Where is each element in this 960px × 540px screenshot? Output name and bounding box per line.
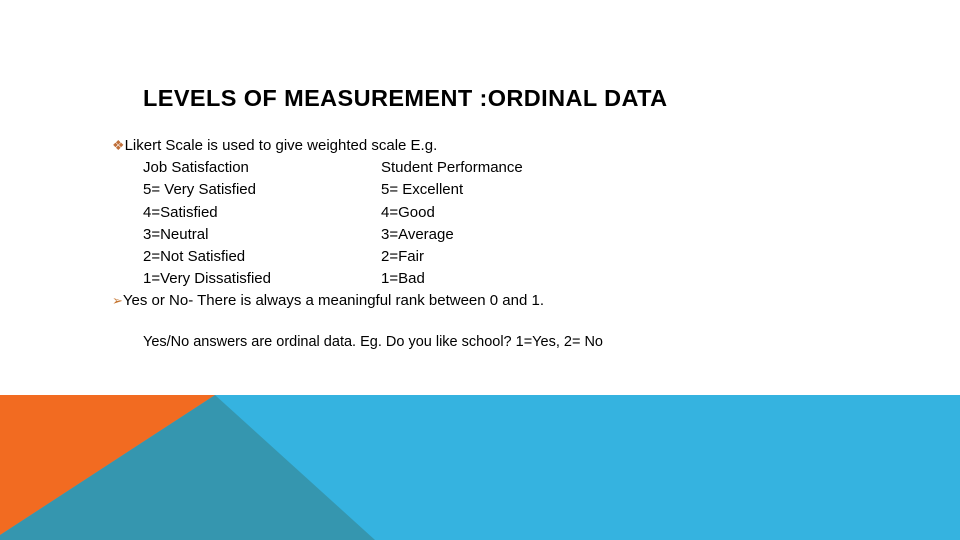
- cell-job-satisfaction: 3=Neutral: [143, 225, 209, 243]
- ordinal-scale-table: Job Satisfaction Student Performance 5= …: [112, 157, 872, 290]
- bullet-item-likert: ❖Likert Scale is used to give weighted s…: [112, 134, 872, 157]
- cell-student-performance: 1=Bad: [381, 270, 425, 288]
- decorative-footer-band: [0, 395, 960, 540]
- slide-canvas: LEVELS OF MEASUREMENT :ORDINAL DATA ❖Lik…: [0, 0, 960, 540]
- bullet-item-likert-label: Likert Scale is used to give weighted sc…: [124, 137, 438, 154]
- slide-body: ❖Likert Scale is used to give weighted s…: [112, 134, 872, 313]
- cell-student-performance: 5= Excellent: [381, 181, 464, 199]
- page-title: LEVELS OF MEASUREMENT :ORDINAL DATA: [143, 85, 668, 111]
- column-header-student-performance: Student Performance: [381, 159, 523, 177]
- cell-student-performance: 2=Fair: [381, 247, 424, 265]
- bullet-item-yesno-label: Yes or No- There is always a meaningful …: [122, 292, 544, 310]
- arrowhead-bullet-icon: ➢: [112, 293, 123, 309]
- cell-job-satisfaction: 4=Satisfied: [143, 203, 218, 221]
- cell-student-performance: 4=Good: [381, 203, 435, 221]
- table-row: 3=Neutral 3=Average: [112, 224, 872, 246]
- cell-job-satisfaction: 1=Very Dissatisfied: [143, 270, 271, 288]
- diamond-cluster-bullet-icon: ❖: [112, 137, 125, 153]
- cell-job-satisfaction: 2=Not Satisfied: [143, 247, 246, 265]
- cell-student-performance: 3=Average: [381, 225, 454, 243]
- column-header-job-satisfaction: Job Satisfaction: [143, 159, 249, 177]
- table-row: 5= Very Satisfied 5= Excellent: [112, 179, 872, 201]
- closing-note: Yes/No answers are ordinal data. Eg. Do …: [143, 334, 603, 350]
- table-row: 4=Satisfied 4=Good: [112, 202, 872, 224]
- table-row: 2=Not Satisfied 2=Fair: [112, 246, 872, 268]
- table-row-header: Job Satisfaction Student Performance: [112, 157, 872, 179]
- cell-job-satisfaction: 5= Very Satisfied: [143, 181, 256, 199]
- table-row: 1=Very Dissatisfied 1=Bad: [112, 268, 872, 290]
- bullet-item-yesno: ➢Yes or No- There is always a meaningful…: [112, 290, 872, 312]
